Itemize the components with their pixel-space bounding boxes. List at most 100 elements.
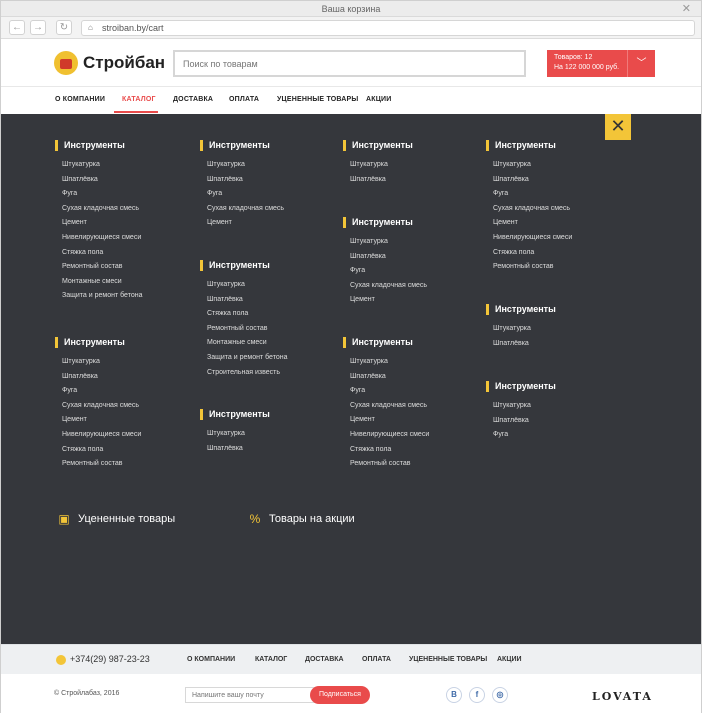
- nav-about[interactable]: О КОМПАНИИ: [55, 96, 105, 103]
- category-item[interactable]: Шпатлёвка: [62, 370, 141, 385]
- category-title[interactable]: Инструменты: [486, 381, 556, 392]
- category-title[interactable]: Инструменты: [200, 260, 270, 271]
- instagram-icon[interactable]: ◎: [492, 687, 508, 703]
- category-item[interactable]: Защита и ремонт бетона: [62, 289, 143, 304]
- category-item[interactable]: Штукатурка: [207, 158, 284, 173]
- category-item[interactable]: Сухая кладочная смесь: [493, 202, 572, 217]
- category-item[interactable]: Цемент: [493, 216, 572, 231]
- category-item[interactable]: Ремонтный состав: [493, 260, 572, 275]
- category-title[interactable]: Инструменты: [486, 304, 556, 315]
- category-item[interactable]: Сухая кладочная смесь: [62, 399, 141, 414]
- back-icon[interactable]: ←: [9, 20, 25, 35]
- category-title[interactable]: Инструменты: [486, 140, 556, 151]
- facebook-icon[interactable]: f: [469, 687, 485, 703]
- category-item[interactable]: Стяжка пола: [350, 443, 429, 458]
- category-item[interactable]: Шпатлёвка: [62, 173, 143, 188]
- window-close-icon[interactable]: ✕: [682, 1, 691, 17]
- category-item[interactable]: Цемент: [207, 216, 284, 231]
- close-icon[interactable]: ✕: [605, 114, 631, 140]
- category-title[interactable]: Инструменты: [343, 217, 413, 228]
- logo-icon[interactable]: [54, 51, 78, 75]
- category-title[interactable]: Инструменты: [200, 140, 270, 151]
- category-item[interactable]: Фуга: [62, 384, 141, 399]
- footer-nav-payment[interactable]: ОПЛАТА: [362, 656, 391, 663]
- category-item[interactable]: Нивелирующиеся смеси: [62, 428, 141, 443]
- category-item[interactable]: Сухая кладочная смесь: [350, 399, 429, 414]
- category-item[interactable]: Штукатурка: [207, 427, 245, 442]
- footer-nav-catalog[interactable]: КАТАЛОГ: [255, 656, 287, 663]
- nav-payment[interactable]: ОПЛАТА: [229, 96, 259, 103]
- category-item[interactable]: Монтажные смеси: [207, 336, 288, 351]
- category-item[interactable]: Стяжка пола: [62, 443, 141, 458]
- category-item[interactable]: Ремонтный состав: [350, 457, 429, 472]
- forward-icon[interactable]: →: [30, 20, 46, 35]
- category-title[interactable]: Инструменты: [55, 140, 125, 151]
- footer-nav-promo[interactable]: АКЦИИ: [497, 656, 522, 663]
- category-item[interactable]: Строительная известь: [207, 366, 288, 381]
- search-input[interactable]: [173, 50, 526, 77]
- category-item[interactable]: Штукатурка: [62, 355, 141, 370]
- category-item[interactable]: Штукатурка: [62, 158, 143, 173]
- category-title[interactable]: Инструменты: [343, 140, 413, 151]
- category-item[interactable]: Штукатурка: [493, 158, 572, 173]
- url-field[interactable]: ⌂ stroiban.by/cart: [81, 20, 695, 36]
- category-item[interactable]: Ремонтный состав: [62, 260, 143, 275]
- category-item[interactable]: Штукатурка: [207, 278, 288, 293]
- category-item[interactable]: Цемент: [350, 293, 427, 308]
- nav-promo[interactable]: АКЦИИ: [366, 96, 392, 103]
- category-item[interactable]: Сухая кладочная смесь: [207, 202, 284, 217]
- category-title[interactable]: Инструменты: [200, 409, 270, 420]
- discounted-goods-link[interactable]: ▣ Уцененные товары: [56, 512, 175, 526]
- category-item[interactable]: Штукатурка: [493, 322, 531, 337]
- category-item[interactable]: Фуга: [62, 187, 143, 202]
- category-item[interactable]: Шпатлёвка: [350, 173, 388, 188]
- category-item[interactable]: Защита и ремонт бетона: [207, 351, 288, 366]
- nav-delivery[interactable]: ДОСТАВКА: [173, 96, 213, 103]
- category-item[interactable]: Шпатлёвка: [493, 414, 531, 429]
- category-item[interactable]: Фуга: [350, 384, 429, 399]
- category-item[interactable]: Цемент: [350, 413, 429, 428]
- category-item[interactable]: Шпатлёвка: [207, 293, 288, 308]
- category-item[interactable]: Шпатлёвка: [350, 250, 427, 265]
- category-item[interactable]: Шпатлёвка: [207, 442, 245, 457]
- category-item[interactable]: Цемент: [62, 413, 141, 428]
- footer-nav-discounted[interactable]: УЦЕНЕННЫЕ ТОВАРЫ: [409, 656, 487, 663]
- category-item[interactable]: Шпатлёвка: [493, 173, 572, 188]
- footer-phone[interactable]: +374(29) 987-23-23: [56, 654, 150, 665]
- promo-goods-link[interactable]: % Товары на акции: [247, 512, 355, 526]
- category-item[interactable]: Штукатурка: [493, 399, 531, 414]
- category-item[interactable]: Шпатлёвка: [207, 173, 284, 188]
- reload-icon[interactable]: ↻: [56, 20, 72, 35]
- category-item[interactable]: Монтажные смеси: [62, 275, 143, 290]
- category-title[interactable]: Инструменты: [343, 337, 413, 348]
- category-item[interactable]: Штукатурка: [350, 355, 429, 370]
- footer-nav-about[interactable]: О КОМПАНИИ: [187, 656, 235, 663]
- nav-discounted[interactable]: УЦЕНЕННЫЕ ТОВАРЫ: [277, 96, 358, 103]
- chevron-down-icon[interactable]: ﹀: [627, 50, 655, 77]
- category-item[interactable]: Сухая кладочная смесь: [350, 279, 427, 294]
- vk-icon[interactable]: B: [446, 687, 462, 703]
- nav-catalog[interactable]: КАТАЛОГ: [122, 96, 156, 103]
- category-item[interactable]: Нивелирующиеся смеси: [350, 428, 429, 443]
- category-item[interactable]: Фуга: [350, 264, 427, 279]
- category-item[interactable]: Стяжка пола: [62, 246, 143, 261]
- footer-nav-delivery[interactable]: ДОСТАВКА: [305, 656, 344, 663]
- lovata-logo[interactable]: LOVATA: [592, 690, 653, 703]
- cart-button[interactable]: Товаров: 12 На 122 000 000 руб. ﹀: [547, 50, 655, 77]
- category-item[interactable]: Шпатлёвка: [350, 370, 429, 385]
- brand-name[interactable]: Стройбан: [83, 53, 165, 73]
- category-item[interactable]: Фуга: [493, 187, 572, 202]
- category-title[interactable]: Инструменты: [55, 337, 125, 348]
- category-item[interactable]: Сухая кладочная смесь: [62, 202, 143, 217]
- subscribe-button[interactable]: Подписаться: [310, 686, 370, 704]
- category-item[interactable]: Штукатурка: [350, 158, 388, 173]
- category-item[interactable]: Фуга: [493, 428, 531, 443]
- category-item[interactable]: Шпатлёвка: [493, 337, 531, 352]
- category-item[interactable]: Фуга: [207, 187, 284, 202]
- email-field[interactable]: [185, 687, 315, 703]
- category-item[interactable]: Ремонтный состав: [62, 457, 141, 472]
- category-item[interactable]: Нивелирующиеся смеси: [62, 231, 143, 246]
- category-item[interactable]: Нивелирующиеся смеси: [493, 231, 572, 246]
- category-item[interactable]: Стяжка пола: [207, 307, 288, 322]
- category-item[interactable]: Штукатурка: [350, 235, 427, 250]
